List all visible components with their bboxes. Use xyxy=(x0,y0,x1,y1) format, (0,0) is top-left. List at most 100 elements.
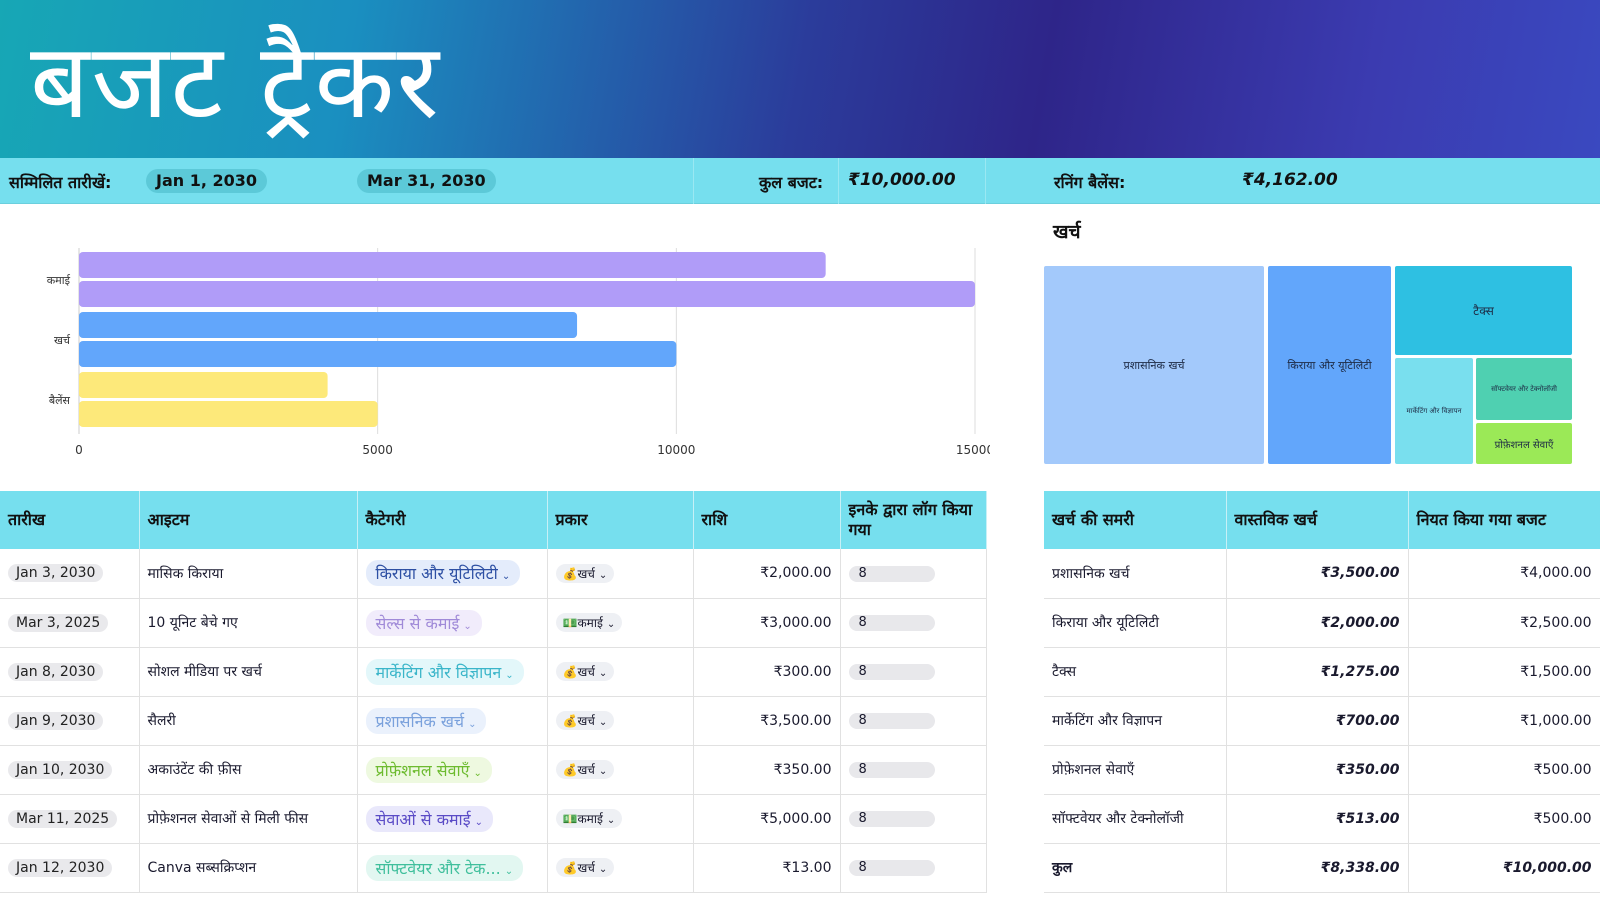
logged-by-cell[interactable]: 8 xyxy=(840,598,987,648)
type-cell[interactable]: 💰खर्च ⌄ xyxy=(547,843,694,893)
item-cell[interactable]: अकाउंटेंट की फ़ीस xyxy=(139,745,358,795)
type-select[interactable]: 💰खर्च ⌄ xyxy=(555,711,615,730)
column-header-item[interactable]: आइटम xyxy=(139,491,358,549)
start-date-pill[interactable]: Jan 1, 2030 xyxy=(146,169,268,193)
column-header-budget[interactable]: नियत किया गया बजट xyxy=(1408,491,1600,549)
treemap-cell-professional[interactable]: प्रोफ़ेशनल सेवाएँ xyxy=(1476,423,1572,464)
logged-by-cell[interactable]: 8 xyxy=(840,745,987,795)
type-select[interactable]: 💰खर्च ⌄ xyxy=(555,662,615,681)
amount-cell[interactable]: ₹13.00 xyxy=(693,843,841,893)
date-cell[interactable]: Mar 3, 2025 xyxy=(0,598,140,648)
item-cell[interactable]: मासिक किराया xyxy=(139,549,358,599)
type-cell[interactable]: 💵कमाई ⌄ xyxy=(547,794,694,844)
user-chip[interactable]: 8 xyxy=(848,860,935,876)
item-cell[interactable]: सैलरी xyxy=(139,696,358,746)
column-header-summary[interactable]: खर्च की समरी xyxy=(1044,491,1227,549)
treemap-cell-tax[interactable]: टैक्स xyxy=(1395,266,1572,355)
table-row[interactable]: Jan 9, 2030 सैलरी प्रशासनिक खर्च ⌄ 💰खर्च ⌄… xyxy=(0,696,987,746)
treemap-cell-marketing[interactable]: मार्केटिंग और विज्ञापन xyxy=(1395,358,1473,464)
bar[interactable] xyxy=(79,252,826,278)
type-select[interactable]: 💰खर्च ⌄ xyxy=(555,760,615,779)
bar[interactable] xyxy=(79,341,677,367)
bar[interactable] xyxy=(79,312,578,338)
treemap-cell-admin[interactable]: प्रशासनिक खर्च xyxy=(1044,266,1264,464)
logged-by-cell[interactable]: 8 xyxy=(840,549,987,599)
type-select[interactable]: 💰खर्च ⌄ xyxy=(555,858,615,877)
category-cell[interactable]: सॉफ्टवेयर और टेक... ⌄ xyxy=(357,843,548,893)
category-select[interactable]: प्रोफ़ेशनल सेवाएँ ⌄ xyxy=(365,756,492,783)
type-select[interactable]: 💵कमाई ⌄ xyxy=(555,613,623,632)
column-header-amount[interactable]: राशि xyxy=(693,491,841,549)
table-row[interactable]: Jan 3, 2030 मासिक किराया किराया और यूटिल… xyxy=(0,549,987,599)
amount-cell[interactable]: ₹300.00 xyxy=(693,647,841,697)
bar[interactable] xyxy=(79,401,378,427)
logged-by-cell[interactable]: 8 xyxy=(840,794,987,844)
treemap-cell-label: किराया और यूटिलिटी xyxy=(1287,358,1372,372)
user-chip[interactable]: 8 xyxy=(848,762,935,778)
amount-cell[interactable]: ₹2,000.00 xyxy=(693,549,841,599)
user-chip[interactable]: 8 xyxy=(848,615,935,631)
logged-by-cell[interactable]: 8 xyxy=(840,647,987,697)
column-header-date[interactable]: तारीख xyxy=(0,491,140,549)
column-header-logged-by[interactable]: इनके द्वारा लॉग किया गया xyxy=(840,491,987,549)
table-row[interactable]: Jan 10, 2030 अकाउंटेंट की फ़ीस प्रोफ़ेशन… xyxy=(0,745,987,795)
amount-cell[interactable]: ₹350.00 xyxy=(693,745,841,795)
category-cell[interactable]: प्रशासनिक खर्च ⌄ xyxy=(357,696,548,746)
category-cell[interactable]: प्रोफ़ेशनल सेवाएँ ⌄ xyxy=(357,745,548,795)
type-value: खर्च xyxy=(577,665,595,679)
user-chip[interactable]: 8 xyxy=(848,713,935,729)
type-select[interactable]: 💰खर्च ⌄ xyxy=(555,563,615,583)
column-header-actual[interactable]: वास्तविक खर्च xyxy=(1226,491,1409,549)
date-cell[interactable]: Mar 11, 2025 xyxy=(0,794,140,844)
treemap-cell-label: मार्केटिंग और विज्ञापन xyxy=(1406,406,1462,415)
type-cell[interactable]: 💰खर्च ⌄ xyxy=(547,745,694,795)
treemap-cell-rent[interactable]: किराया और यूटिलिटी xyxy=(1268,266,1391,464)
date-cell[interactable]: Jan 8, 2030 xyxy=(0,647,140,697)
category-cell[interactable]: किराया और यूटिलिटी ⌄ xyxy=(357,549,548,599)
column-header-category[interactable]: कैटेगरी xyxy=(357,491,548,549)
user-chip[interactable]: 8 xyxy=(848,811,935,827)
table-row[interactable]: Mar 11, 2025 प्रोफ़ेशनल सेवाओं से मिली फ… xyxy=(0,794,987,844)
user-chip[interactable]: 8 xyxy=(848,565,935,582)
end-date-pill[interactable]: Mar 31, 2030 xyxy=(357,169,496,193)
item-cell[interactable]: 10 यूनिट बेचे गए xyxy=(139,598,358,648)
treemap-cell-software[interactable]: सॉफ्टवेयर और टेक्नोलॉजी xyxy=(1476,358,1572,420)
logged-by-cell[interactable]: 8 xyxy=(840,843,987,893)
category-select[interactable]: किराया और यूटिलिटी ⌄ xyxy=(365,560,521,587)
date-cell[interactable]: Jan 3, 2030 xyxy=(0,549,140,599)
item-cell[interactable]: प्रोफ़ेशनल सेवाओं से मिली फीस xyxy=(139,794,358,844)
date-cell[interactable]: Jan 12, 2030 xyxy=(0,843,140,893)
table-row[interactable]: Jan 8, 2030 सोशल मीडिया पर खर्च मार्केटि… xyxy=(0,647,987,697)
type-cell[interactable]: 💵कमाई ⌄ xyxy=(547,598,694,648)
bar[interactable] xyxy=(79,281,975,307)
type-cell[interactable]: 💰खर्च ⌄ xyxy=(547,549,694,599)
amount-cell[interactable]: ₹3,000.00 xyxy=(693,598,841,648)
column-header-type[interactable]: प्रकार xyxy=(547,491,694,549)
item-cell[interactable]: Canva सब्सक्रिप्शन xyxy=(139,843,358,893)
date-cell[interactable]: Jan 10, 2030 xyxy=(0,745,140,795)
table-row[interactable]: Mar 3, 2025 10 यूनिट बेचे गए सेल्स से कम… xyxy=(0,598,987,648)
table-row[interactable]: Jan 12, 2030 Canva सब्सक्रिप्शन सॉफ्टवेय… xyxy=(0,843,987,893)
category-select[interactable]: सेवाओं से कमाई ⌄ xyxy=(365,805,493,832)
logged-by-cell[interactable]: 8 xyxy=(840,696,987,746)
item-cell[interactable]: सोशल मीडिया पर खर्च xyxy=(139,647,358,697)
type-value: खर्च xyxy=(577,714,595,728)
type-cell[interactable]: 💰खर्च ⌄ xyxy=(547,647,694,697)
category-select[interactable]: सेल्स से कमाई ⌄ xyxy=(365,609,482,636)
category-select[interactable]: मार्केटिंग और विज्ञापन ⌄ xyxy=(365,658,524,685)
amount-cell[interactable]: ₹3,500.00 xyxy=(693,696,841,746)
summary-budget: ₹500.00 xyxy=(1408,745,1600,795)
bar[interactable] xyxy=(79,372,328,398)
category-cell[interactable]: मार्केटिंग और विज्ञापन ⌄ xyxy=(357,647,548,697)
type-select[interactable]: 💵कमाई ⌄ xyxy=(555,809,623,828)
category-select[interactable]: प्रशासनिक खर्च ⌄ xyxy=(365,707,487,734)
category-select[interactable]: सॉफ्टवेयर और टेक... ⌄ xyxy=(365,854,524,881)
category-cell[interactable]: सेवाओं से कमाई ⌄ xyxy=(357,794,548,844)
category-cell[interactable]: सेल्स से कमाई ⌄ xyxy=(357,598,548,648)
chevron-down-icon: ⌄ xyxy=(474,816,483,828)
table-row: मार्केटिंग और विज्ञापन ₹700.00 ₹1,000.00 xyxy=(1044,696,1600,746)
user-chip[interactable]: 8 xyxy=(848,664,935,680)
amount-cell[interactable]: ₹5,000.00 xyxy=(693,794,841,844)
date-cell[interactable]: Jan 9, 2030 xyxy=(0,696,140,746)
type-cell[interactable]: 💰खर्च ⌄ xyxy=(547,696,694,746)
